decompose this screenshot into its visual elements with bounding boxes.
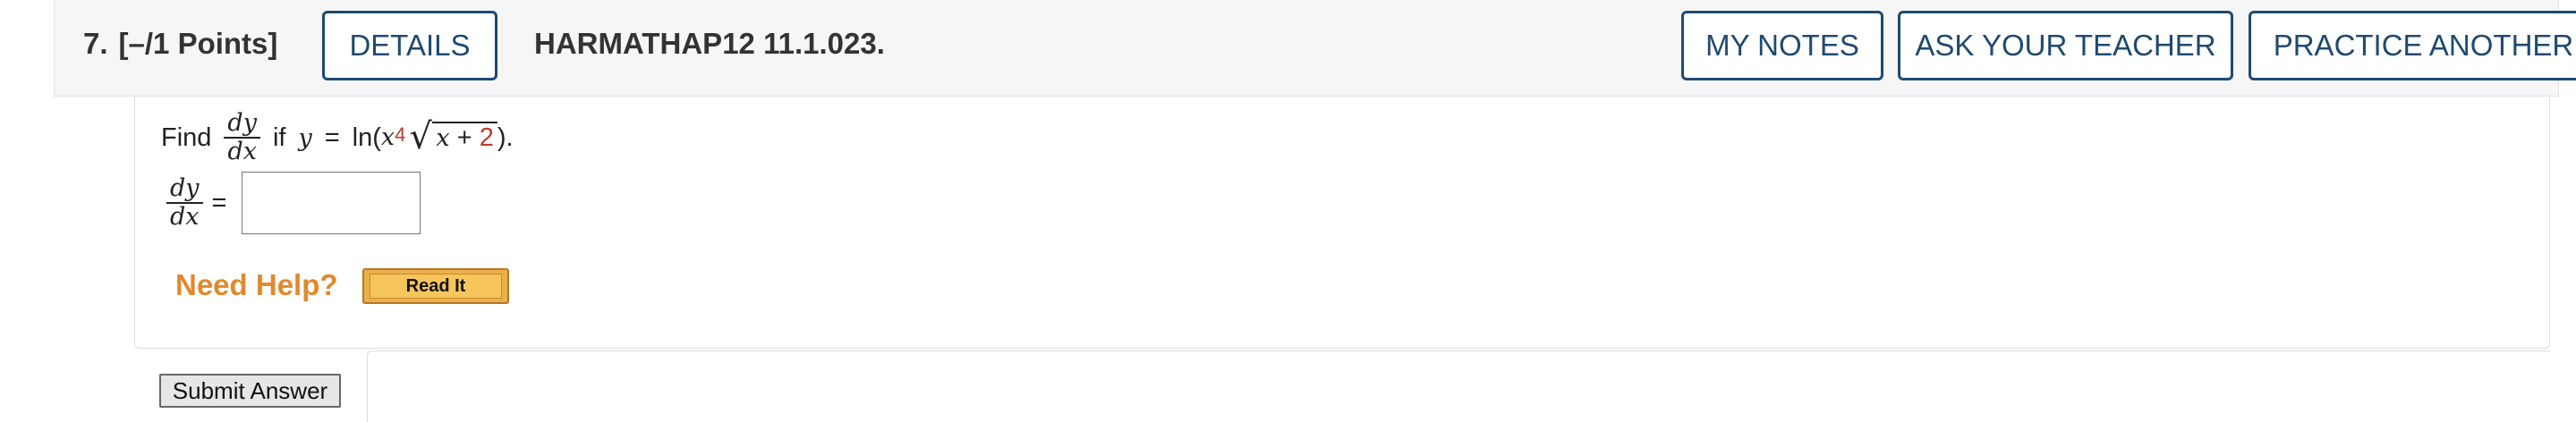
- answer-row: dy dx =: [166, 175, 226, 231]
- ask-teacher-button[interactable]: ASK YOUR TEACHER: [1898, 11, 2233, 80]
- question-header: 7. [–/1 Points] DETAILS HARMATHAP12 11.1.…: [54, 0, 2576, 97]
- constant-two: 2: [479, 122, 494, 152]
- submit-answer-button[interactable]: Submit Answer: [159, 374, 341, 408]
- dy-numerator: dy: [224, 110, 260, 139]
- square-root: √ x + 2: [409, 116, 497, 157]
- function-expression: ln(x 4 √ x + 2 ).: [352, 116, 514, 157]
- answer-dy: dy: [166, 175, 203, 204]
- radical-sign-icon: √: [409, 115, 432, 157]
- if-label: if: [272, 122, 286, 152]
- read-it-label: Read It: [370, 274, 502, 299]
- exponent: 4: [395, 122, 406, 146]
- answer-feedback-panel: [367, 350, 2550, 422]
- question-number-text: 7.: [83, 27, 108, 60]
- practice-another-button[interactable]: PRACTICE ANOTHER: [2249, 11, 2576, 80]
- my-notes-button[interactable]: MY NOTES: [1681, 11, 1883, 80]
- closing-paren: ).: [497, 122, 514, 152]
- read-it-button[interactable]: Read It: [362, 268, 509, 304]
- ln-text: ln(: [352, 122, 381, 152]
- question-number: 7. [–/1 Points]: [83, 27, 277, 61]
- question-code: HARMATHAP12 11.1.023.: [534, 27, 885, 60]
- question-text: Find dy dx if y = ln(x 4 √ x + 2 ).: [161, 110, 514, 165]
- plus-sign: +: [456, 122, 472, 152]
- answer-input[interactable]: [242, 172, 421, 234]
- need-help-label: Need Help?: [175, 268, 338, 301]
- details-button[interactable]: DETAILS: [322, 11, 497, 80]
- answer-equals: =: [211, 188, 227, 217]
- dx-denominator: dx: [227, 138, 257, 165]
- radicand-x: x: [436, 123, 450, 152]
- equals-sign: =: [324, 122, 340, 152]
- x-base: x: [380, 122, 395, 151]
- y-variable: y: [298, 123, 312, 152]
- answer-dx: dx: [170, 203, 200, 231]
- answer-fraction: dy dx: [166, 175, 203, 231]
- radicand: x + 2: [432, 121, 497, 152]
- points-label: [–/1 Points]: [118, 27, 278, 60]
- derivative-fraction: dy dx: [224, 110, 260, 165]
- find-label: Find: [161, 122, 212, 152]
